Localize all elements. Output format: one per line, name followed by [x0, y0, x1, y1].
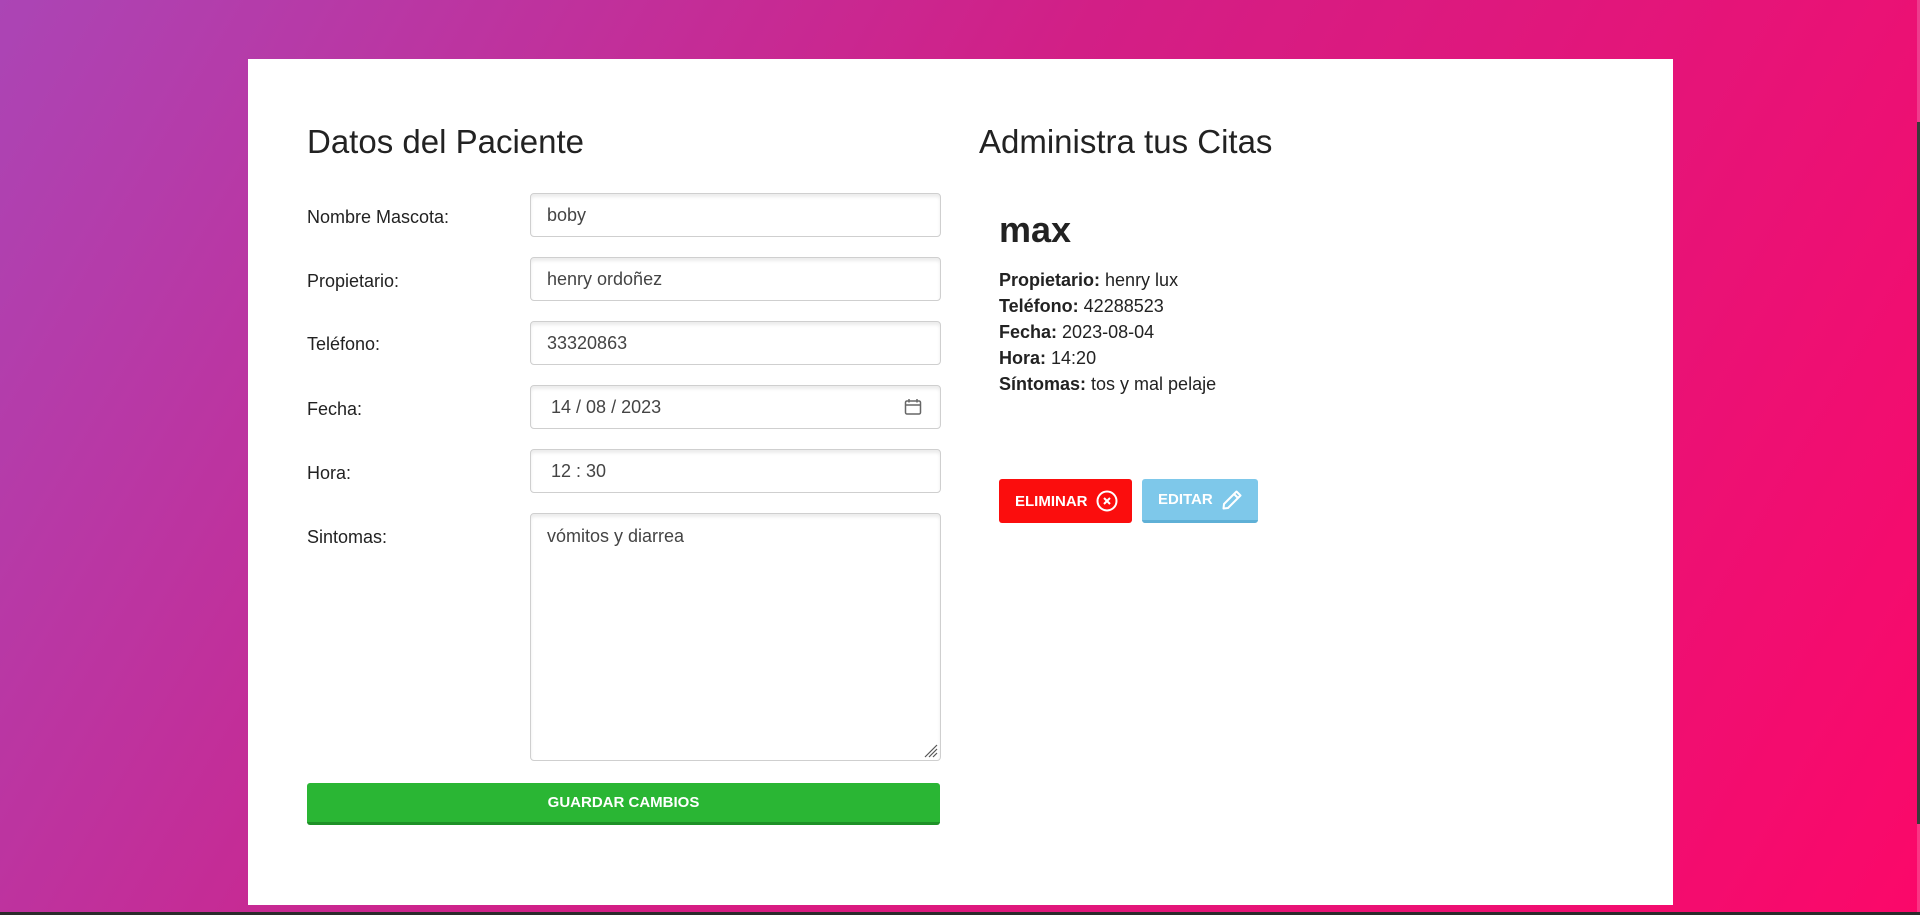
form-title: Datos del Paciente	[307, 123, 585, 160]
resize-handle-icon[interactable]	[922, 742, 938, 758]
hora-input[interactable]: 12 : 30	[530, 449, 941, 493]
owner-value: henry lux	[1105, 270, 1179, 290]
time-value: 14:20	[1051, 348, 1097, 368]
fecha-day[interactable]: 14	[551, 397, 571, 418]
appointment-phone: Teléfono: 42288523	[999, 296, 1164, 317]
propietario-value: henry ordoñez	[547, 268, 663, 289]
appointment-date: Fecha: 2023-08-04	[999, 322, 1154, 343]
fecha-input[interactable]: 14 / 08 / 2023	[530, 385, 941, 429]
hora-hour[interactable]: 12	[551, 461, 571, 482]
label-sintomas: Sintomas:	[307, 527, 388, 547]
telefono-input[interactable]: 33320863	[530, 321, 941, 365]
sintomas-value: vómitos y diarrea	[547, 526, 685, 546]
label-mascota: Nombre Mascota:	[307, 207, 450, 227]
symptoms-label: Síntomas:	[999, 374, 1087, 394]
phone-label: Teléfono:	[999, 296, 1079, 316]
pencil-icon	[1222, 490, 1242, 509]
delete-button[interactable]: ELIMINAR	[999, 479, 1132, 523]
appointment-symptoms: Síntomas: tos y mal pelaje	[999, 374, 1216, 395]
label-propietario: Propietario:	[307, 271, 400, 291]
edit-label: EDITAR	[1158, 491, 1213, 508]
phone-value: 42288523	[1083, 296, 1164, 316]
label-telefono: Teléfono:	[307, 334, 381, 354]
appointment-pet-name: max	[999, 209, 1072, 250]
edit-button[interactable]: EDITAR	[1142, 479, 1258, 523]
fecha-sep-2: /	[606, 396, 622, 417]
appointment-time: Hora: 14:20	[999, 348, 1096, 369]
hora-sep: :	[571, 460, 587, 481]
mascota-input[interactable]: boby	[530, 193, 941, 237]
date-label: Fecha:	[999, 322, 1058, 342]
owner-label: Propietario:	[999, 270, 1101, 290]
main-card: Datos del Paciente Nombre Mascota: boby …	[248, 59, 1673, 905]
propietario-input[interactable]: henry ordoñez	[530, 257, 941, 301]
save-changes-button[interactable]: GUARDAR CAMBIOS	[307, 783, 940, 825]
sintomas-textarea[interactable]: vómitos y diarrea	[530, 513, 941, 761]
mascota-value: boby	[547, 204, 587, 225]
label-hora: Hora:	[307, 463, 352, 483]
calendar-icon[interactable]	[904, 398, 922, 416]
fecha-sep-1: /	[571, 396, 587, 417]
appointment-owner: Propietario: henry lux	[999, 270, 1178, 291]
time-label: Hora:	[999, 348, 1047, 368]
label-fecha: Fecha:	[307, 399, 363, 419]
hora-minute[interactable]: 30	[586, 461, 606, 482]
telefono-value: 33320863	[547, 332, 628, 353]
symptoms-value: tos y mal pelaje	[1091, 374, 1217, 394]
appointments-title: Administra tus Citas	[979, 123, 1273, 160]
close-circle-icon	[1096, 490, 1117, 512]
delete-label: ELIMINAR	[1015, 492, 1088, 510]
fecha-month[interactable]: 08	[586, 397, 606, 418]
date-value: 2023-08-04	[1062, 322, 1155, 342]
fecha-year[interactable]: 2023	[621, 397, 661, 418]
